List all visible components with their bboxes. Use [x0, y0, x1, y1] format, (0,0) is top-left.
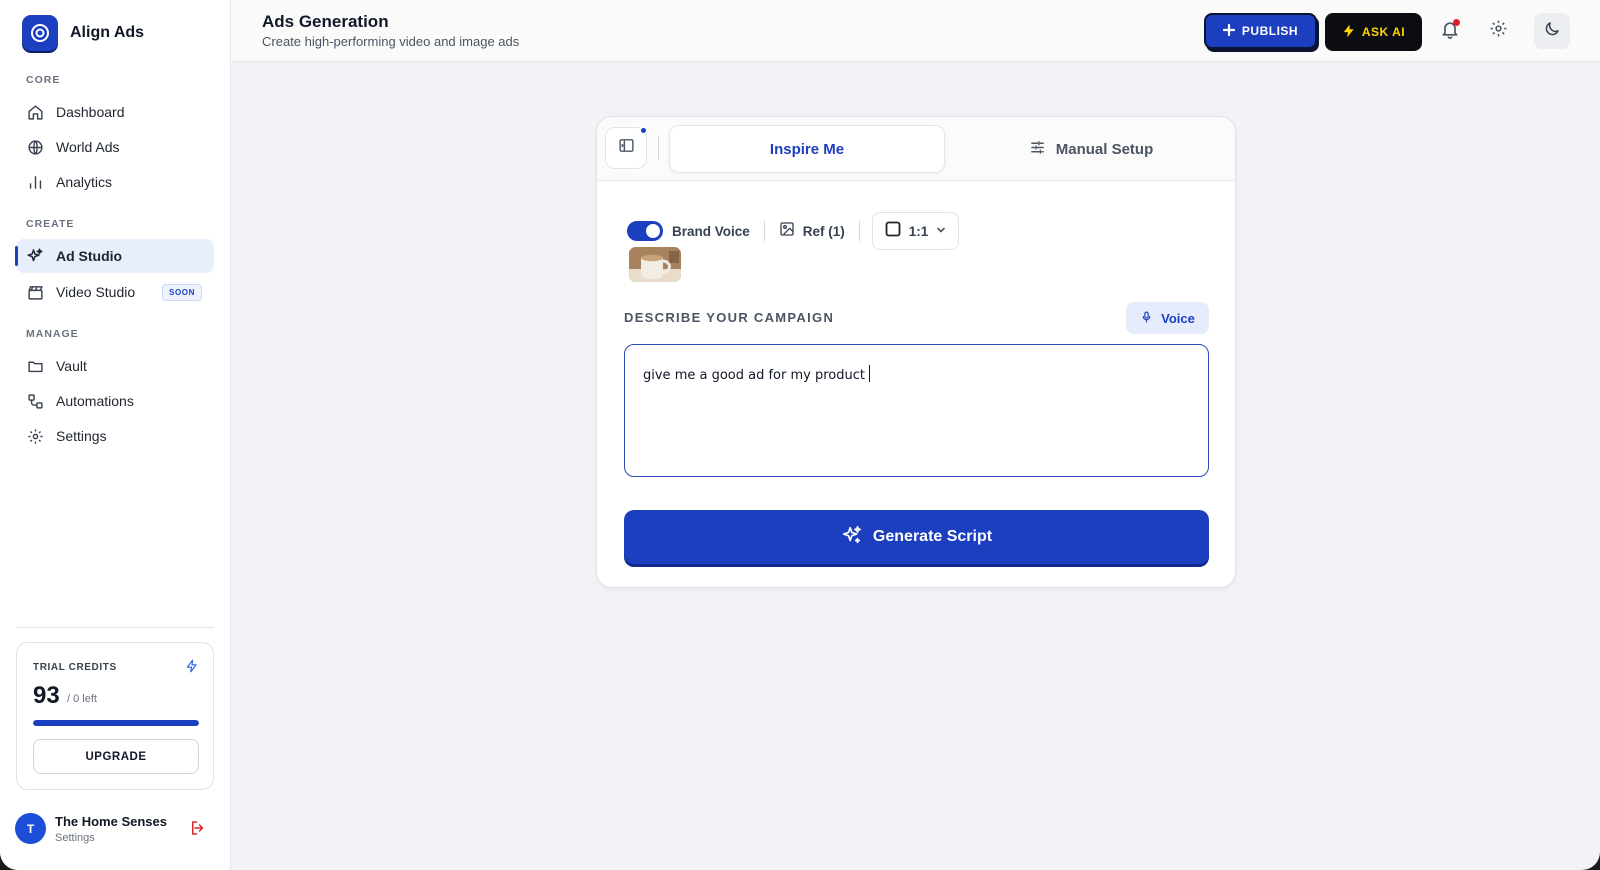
globe-icon: [26, 138, 44, 156]
page-subtitle: Create high-performing video and image a…: [262, 34, 520, 49]
microphone-icon: [1140, 310, 1153, 327]
logout-icon[interactable]: [189, 819, 207, 842]
home-icon: [26, 103, 44, 121]
plus-icon: [1222, 23, 1236, 39]
voice-label: Voice: [1161, 310, 1195, 326]
notifications-button[interactable]: [1433, 14, 1467, 48]
divider: [858, 221, 860, 241]
top-header: Ads Generation Create high-performing vi…: [231, 0, 1600, 62]
lightning-icon: [185, 659, 199, 678]
soon-badge: SOON: [162, 283, 202, 301]
text-caret: [868, 365, 870, 382]
brand-logo-icon: [22, 15, 58, 51]
settings-button[interactable]: [1481, 14, 1515, 48]
notification-dot: [1453, 19, 1460, 26]
sidebar: Align Ads CORE Dashboard World Ads Analy…: [0, 0, 231, 870]
publish-button[interactable]: PUBLISH: [1204, 13, 1317, 49]
square-icon: [885, 221, 901, 242]
publish-label: PUBLISH: [1241, 24, 1299, 38]
ad-studio-card: Inspire Me Manual Setup Brand Voice Ref …: [596, 116, 1236, 588]
sidebar-item-label: Analytics: [56, 174, 113, 190]
lightning-icon: [1342, 23, 1356, 42]
ref-label: Ref (1): [802, 223, 845, 239]
gear-icon: [26, 427, 44, 445]
reference-image-thumbnail[interactable]: [629, 247, 681, 282]
credits-left: / 0 left: [67, 693, 97, 705]
tab-label: Inspire Me: [769, 140, 845, 158]
sidebar-panel-icon: [618, 137, 635, 159]
sidebar-item-analytics[interactable]: Analytics: [16, 165, 214, 199]
sidebar-item-label: Ad Studio: [56, 248, 123, 264]
upgrade-button[interactable]: UPGRADE: [33, 739, 199, 774]
user-profile[interactable]: T The Home Senses Settings: [15, 813, 167, 844]
sidebar-item-label: Automations: [56, 393, 134, 409]
bar-chart-icon: [26, 173, 44, 191]
toggle-knob: [646, 224, 660, 238]
panel-indicator-dot: [639, 126, 648, 135]
sparkles-icon: [26, 247, 44, 265]
tab-inspire-me[interactable]: Inspire Me: [669, 125, 945, 173]
trial-credits-card: TRIAL CREDITS 93 / 0 left UPGRADE: [16, 642, 214, 790]
credits-progress-bar: [33, 720, 199, 726]
divider: [763, 221, 765, 241]
brand-name: Align Ads: [70, 24, 145, 41]
voice-input-button[interactable]: Voice: [1126, 302, 1209, 334]
sidebar-item-label: Vault: [56, 358, 87, 374]
describe-campaign-label: DESCRIBE YOUR CAMPAIGN: [624, 310, 835, 325]
theme-toggle-button[interactable]: [1534, 13, 1570, 49]
sidebar-item-settings[interactable]: Settings: [16, 419, 214, 453]
section-label-create: CREATE: [26, 218, 75, 230]
brand-voice-label: Brand Voice: [672, 223, 750, 239]
workflow-icon: [26, 392, 44, 410]
sidebar-item-label: Settings: [56, 428, 107, 444]
sidebar-item-world-ads[interactable]: World Ads: [16, 130, 214, 164]
credits-count: 93: [33, 682, 60, 709]
user-name: The Home Senses: [55, 813, 167, 829]
card-tabbar: Inspire Me Manual Setup: [597, 117, 1235, 181]
sidebar-item-label: Dashboard: [56, 104, 125, 120]
chevron-down-icon: [936, 222, 946, 240]
ask-ai-button[interactable]: ASK AI: [1325, 13, 1422, 51]
reference-image-button[interactable]: Ref (1): [779, 221, 845, 242]
folder-icon: [26, 357, 44, 375]
page-title: Ads Generation: [262, 12, 389, 31]
sidebar-item-video-studio[interactable]: Video Studio SOON: [16, 275, 214, 309]
ask-ai-label: ASK AI: [1361, 25, 1406, 39]
sidebar-item-dashboard[interactable]: Dashboard: [16, 95, 214, 129]
tab-manual-setup[interactable]: Manual Setup: [953, 125, 1229, 173]
brand-voice-toggle[interactable]: [627, 221, 663, 241]
aspect-ratio-value: 1:1: [908, 223, 929, 239]
prompt-text: give me a good ad for my product: [643, 368, 865, 383]
aspect-ratio-select[interactable]: 1:1: [871, 212, 960, 250]
sidebar-item-vault[interactable]: Vault: [16, 349, 214, 383]
user-settings-link[interactable]: Settings: [55, 832, 167, 844]
sparkles-icon: [841, 524, 863, 551]
tab-separator: [658, 136, 659, 160]
campaign-prompt-textarea[interactable]: give me a good ad for my product: [624, 344, 1209, 477]
sidebar-item-automations[interactable]: Automations: [16, 384, 214, 418]
clapperboard-icon: [26, 283, 44, 301]
avatar: T: [15, 813, 46, 844]
section-label-core: CORE: [26, 74, 61, 86]
credits-title: TRIAL CREDITS: [33, 662, 117, 673]
generate-script-button[interactable]: Generate Script: [624, 510, 1209, 564]
brand[interactable]: Align Ads: [22, 15, 144, 51]
gear-icon: [1489, 19, 1508, 43]
image-icon: [779, 221, 795, 242]
sidebar-item-label: World Ads: [56, 139, 120, 155]
credits-progress-fill: [33, 720, 199, 726]
sliders-icon: [1029, 139, 1046, 160]
generate-label: Generate Script: [872, 528, 993, 545]
section-label-manage: MANAGE: [26, 328, 79, 340]
options-row: Brand Voice Ref (1) 1:1: [627, 212, 960, 250]
sidebar-item-label: Video Studio: [56, 284, 136, 300]
app-window: Align Ads CORE Dashboard World Ads Analy…: [0, 0, 1600, 870]
moon-icon: [1543, 20, 1561, 43]
sidebar-divider: [16, 627, 214, 628]
tab-label: Manual Setup: [1055, 140, 1154, 158]
sidebar-item-ad-studio[interactable]: Ad Studio: [15, 239, 214, 273]
